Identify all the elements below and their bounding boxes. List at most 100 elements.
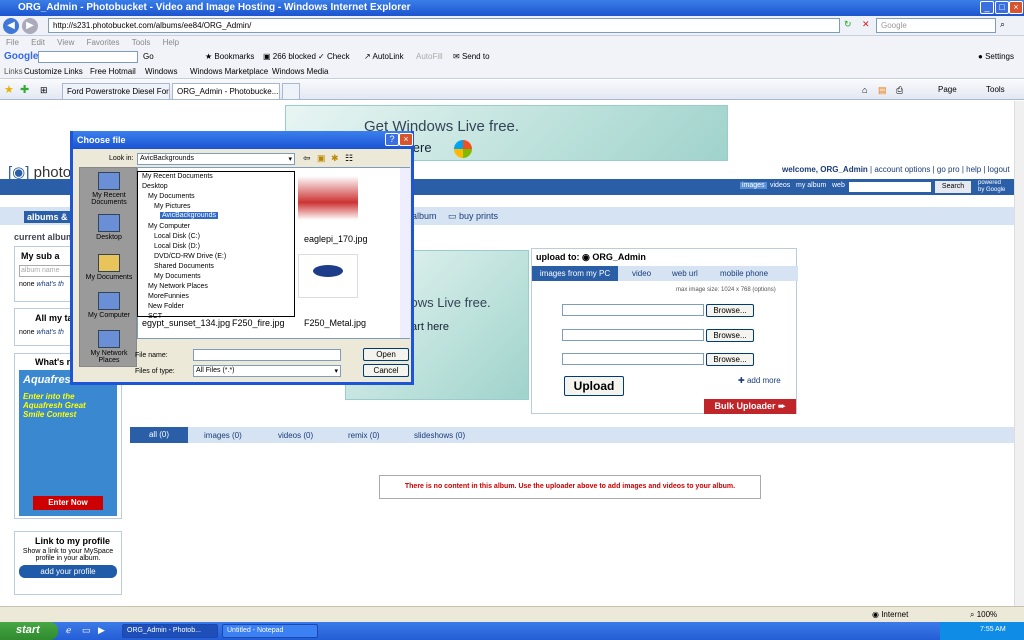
open-button[interactable]: Open xyxy=(363,348,409,361)
dd-desktop[interactable]: Desktop xyxy=(142,183,168,190)
menu-favorites[interactable]: Favorites xyxy=(87,38,120,47)
popup-blocked-button[interactable]: ▣ 266 blocked xyxy=(263,52,316,61)
album-link[interactable]: album xyxy=(412,211,437,221)
close-button[interactable]: × xyxy=(1009,1,1023,14)
dialog-close-button[interactable]: × xyxy=(399,133,413,146)
link-media[interactable]: Windows Media xyxy=(272,67,328,76)
dd-morefunnies[interactable]: MoreFunnies xyxy=(148,293,189,300)
dd-my-pictures[interactable]: My Pictures xyxy=(154,203,191,210)
link-hotmail[interactable]: Free Hotmail xyxy=(90,67,136,76)
refresh-icon[interactable]: ↻ xyxy=(844,19,852,30)
maximize-button[interactable]: □ xyxy=(995,1,1009,14)
dialog-help-button[interactable]: ? xyxy=(385,133,399,146)
search-tab-web[interactable]: web xyxy=(832,182,845,189)
menu-edit[interactable]: Edit xyxy=(31,38,45,47)
filter-images[interactable]: images (0) xyxy=(204,431,242,440)
tab-mobile-phone[interactable]: mobile phone xyxy=(720,269,768,278)
dd-local-disk-d[interactable]: Local Disk (D:) xyxy=(154,243,200,250)
autofill-button[interactable]: AutoFill xyxy=(416,52,443,61)
home-icon[interactable]: ⌂ xyxy=(862,85,867,95)
url-input[interactable]: http://s231.photobucket.com/albums/ee84/… xyxy=(48,18,840,33)
menu-help[interactable]: Help xyxy=(163,38,179,47)
google-search-input[interactable] xyxy=(38,51,138,63)
site-search-input[interactable] xyxy=(849,182,931,192)
tab-photobucket[interactable]: ORG_Admin - Photobucke... xyxy=(172,83,280,99)
browse-button-1[interactable]: Browse... xyxy=(706,304,754,317)
help-link[interactable]: help xyxy=(966,165,981,174)
file-f250-fire[interactable]: F250_fire.jpg xyxy=(232,318,285,328)
logout-link[interactable]: logout xyxy=(988,165,1010,174)
search-input[interactable]: Google xyxy=(876,18,996,33)
bulk-uploader-button[interactable]: Bulk Uploader ➨ xyxy=(704,399,796,414)
sendto-button[interactable]: ✉ Send to xyxy=(453,52,490,61)
view-menu-icon[interactable]: ☷ xyxy=(345,153,353,164)
add-favorites-icon[interactable]: ✚ xyxy=(20,83,29,96)
dd-sct[interactable]: SCT xyxy=(148,313,162,320)
favorites-star-icon[interactable]: ★ xyxy=(4,83,14,96)
filter-slideshows[interactable]: slideshows (0) xyxy=(414,431,465,440)
minimize-button[interactable]: _ xyxy=(980,1,994,14)
stop-icon[interactable]: ✕ xyxy=(862,19,870,30)
tab-images-from-pc[interactable]: images from my PC xyxy=(532,266,618,281)
place-recent[interactable]: My Recent Documents xyxy=(80,172,138,206)
whats-this-link[interactable]: what's th xyxy=(37,329,64,336)
new-tab-button[interactable] xyxy=(282,83,300,99)
add-more-link[interactable]: ✚ add more xyxy=(738,376,781,385)
dd-shared-documents[interactable]: Shared Documents xyxy=(154,263,214,270)
back-folder-icon[interactable]: ⇦ xyxy=(303,153,311,164)
tab-ford-forum[interactable]: Ford Powerstroke Diesel Forum xyxy=(62,83,170,99)
tab-video[interactable]: video xyxy=(632,269,651,278)
menu-tools[interactable]: Tools xyxy=(132,38,151,47)
filter-remix[interactable]: remix (0) xyxy=(348,431,380,440)
zoom-control[interactable]: ⌕ 100% xyxy=(970,610,997,620)
file-f250-metal[interactable]: F250_Metal.jpg xyxy=(304,318,366,328)
place-network[interactable]: My Network Places xyxy=(80,330,138,364)
search-tab-myalbum[interactable]: my album xyxy=(796,182,826,189)
link-customize[interactable]: Customize Links xyxy=(24,67,83,76)
forward-icon[interactable]: ▶ xyxy=(22,18,38,34)
add-profile-button[interactable]: add your profile xyxy=(19,565,117,578)
go-pro-link[interactable]: go pro xyxy=(937,165,960,174)
dd-local-disk-c[interactable]: Local Disk (C:) xyxy=(154,233,200,240)
enter-now-button[interactable]: Enter Now xyxy=(33,496,103,510)
account-options-link[interactable]: account options xyxy=(874,165,930,174)
place-documents[interactable]: My Documents xyxy=(80,254,138,281)
page-menu[interactable]: Page xyxy=(938,85,957,94)
back-icon[interactable]: ◀ xyxy=(3,18,19,34)
aquafresh-ad[interactable]: Aquafresh Enter into the Aquafresh Great… xyxy=(19,370,117,516)
buy-prints-link[interactable]: ▭ buy prints xyxy=(448,211,498,222)
album-name-input[interactable]: album name xyxy=(19,265,77,277)
menu-view[interactable]: View xyxy=(57,38,74,47)
settings-button[interactable]: ● Settings xyxy=(978,52,1014,61)
dd-my-documents[interactable]: My Documents xyxy=(148,193,195,200)
dd-new-folder[interactable]: New Folder xyxy=(148,303,184,310)
up-folder-icon[interactable]: ▣ xyxy=(317,153,326,164)
look-in-select[interactable]: AvicBackgrounds ▾ xyxy=(137,153,295,165)
quick-tabs-icon[interactable]: ⊞ xyxy=(40,85,48,96)
quicklaunch-desktop-icon[interactable]: ▭ xyxy=(82,625,91,636)
dd-avicbackgrounds[interactable]: AvicBackgrounds xyxy=(160,212,218,219)
menu-file[interactable]: File xyxy=(6,38,19,47)
search-icon[interactable]: ⌕ xyxy=(1000,19,1005,30)
file-type-select[interactable]: All Files (*.*) ▾ xyxy=(193,365,341,377)
page-scrollbar[interactable] xyxy=(1014,101,1024,606)
dd-recent-documents[interactable]: My Recent Documents xyxy=(142,173,213,180)
tools-menu[interactable]: Tools xyxy=(986,85,1005,94)
file-input-2[interactable] xyxy=(562,329,704,341)
quicklaunch-media-icon[interactable]: ▶ xyxy=(98,625,105,636)
thumb-f250-metal[interactable] xyxy=(298,254,358,298)
dd-my-documents-2[interactable]: My Documents xyxy=(154,273,201,280)
search-tab-videos[interactable]: videos xyxy=(770,182,790,189)
cancel-button[interactable]: Cancel xyxy=(363,364,409,377)
thumb-eaglepi[interactable] xyxy=(298,176,358,220)
site-search-button[interactable]: Search xyxy=(935,181,971,193)
autolink-button[interactable]: ↗ AutoLink xyxy=(364,52,404,61)
upload-button[interactable]: Upload xyxy=(564,376,624,396)
link-marketplace[interactable]: Windows Marketplace xyxy=(190,67,268,76)
search-tab-images[interactable]: images xyxy=(740,182,767,189)
filter-videos[interactable]: videos (0) xyxy=(278,431,313,440)
bookmarks-button[interactable]: ★ Bookmarks xyxy=(205,52,254,61)
file-input-1[interactable] xyxy=(562,304,704,316)
quicklaunch-ie-icon[interactable]: ℯ xyxy=(66,625,71,636)
task-notepad[interactable]: Untitled - Notepad xyxy=(222,624,318,638)
